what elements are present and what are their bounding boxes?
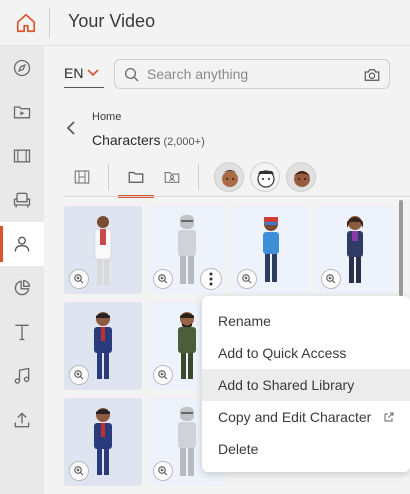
top-divider (49, 8, 50, 38)
character-woman (347, 216, 363, 283)
menu-item-add-shared-library[interactable]: Add to Shared Library (202, 369, 410, 401)
zoom-in-icon (158, 466, 168, 476)
media-folder-icon (13, 106, 31, 119)
zoom-in-icon (74, 466, 84, 476)
folder-icon (128, 171, 144, 183)
character-tile[interactable] (64, 302, 142, 390)
character-tile[interactable] (316, 206, 394, 294)
character-tile[interactable] (64, 398, 142, 486)
zoom-in-icon (74, 274, 84, 284)
left-rail (0, 46, 44, 494)
rail-charts[interactable] (0, 266, 44, 310)
rail-audio[interactable] (0, 354, 44, 398)
character-tile[interactable] (64, 206, 142, 294)
film-grid-icon (74, 170, 90, 184)
zoom-in-icon (158, 370, 168, 380)
language-underline (64, 87, 104, 88)
zoom-in-icon (158, 274, 168, 284)
compass-icon (13, 59, 31, 77)
back-button[interactable] (66, 121, 78, 140)
language-label: EN (64, 65, 84, 81)
filter-folder[interactable] (118, 162, 154, 198)
filter-separator (108, 164, 109, 190)
character-folder-icon (164, 171, 180, 183)
person-icon (14, 236, 30, 252)
chevron-left-icon (66, 121, 75, 135)
top-bar: Your Video (0, 0, 410, 46)
rail-compass[interactable] (0, 46, 44, 90)
rail-text[interactable] (0, 310, 44, 354)
filter-bar (64, 158, 410, 198)
zoom-button[interactable] (69, 461, 89, 481)
zoom-in-icon (242, 274, 252, 284)
filter-grid-view[interactable] (66, 162, 98, 192)
page-title-text: Characters (92, 132, 161, 148)
external-link-icon (384, 412, 394, 422)
sketch-face-icon (257, 170, 275, 188)
search-icon (124, 67, 139, 82)
character-doctor (94, 216, 112, 285)
more-options-button[interactable] (200, 268, 222, 290)
search-input[interactable] (147, 64, 357, 84)
menu-item-add-quick-access[interactable]: Add to Quick Access (202, 337, 410, 369)
avatar-style-3[interactable] (286, 162, 316, 192)
character-face-icon (221, 170, 239, 187)
zoom-button[interactable] (69, 365, 89, 385)
filter-underline (64, 196, 410, 197)
rail-characters[interactable] (0, 222, 44, 266)
zoom-in-icon (326, 274, 336, 284)
menu-item-rename[interactable]: Rename (202, 305, 410, 337)
text-icon (15, 324, 29, 341)
app-title: Your Video (68, 11, 156, 31)
character-soldier (178, 312, 196, 379)
page-title: Characters (2,000+) (92, 132, 205, 148)
camera-icon[interactable] (363, 66, 381, 84)
rail-props[interactable] (0, 178, 44, 222)
character-tile[interactable] (232, 206, 310, 294)
zoom-button[interactable] (153, 461, 173, 481)
menu-item-copy-edit-label: Copy and Edit Character (218, 409, 372, 425)
character-businessman (94, 312, 112, 379)
more-vertical-icon (209, 272, 213, 286)
avatar-style-1[interactable] (214, 162, 244, 192)
zoom-button[interactable] (153, 269, 173, 289)
home-button[interactable] (8, 6, 44, 40)
zoom-in-icon (74, 370, 84, 380)
character-tile[interactable] (148, 206, 226, 294)
filter-separator (198, 164, 199, 190)
character-face-icon (294, 171, 310, 187)
upload-icon (14, 412, 30, 428)
chevron-down-icon (87, 69, 100, 77)
film-icon (13, 149, 31, 163)
search-box (114, 59, 390, 89)
home-icon (16, 13, 36, 33)
rail-media[interactable] (0, 90, 44, 134)
scrollbar[interactable] (399, 200, 403, 296)
armchair-icon (13, 192, 31, 208)
item-count: (2,000+) (163, 136, 205, 148)
music-note-icon (14, 367, 30, 384)
zoom-button[interactable] (321, 269, 341, 289)
rail-scenes[interactable] (0, 134, 44, 178)
zoom-button[interactable] (153, 365, 173, 385)
zoom-button[interactable] (69, 269, 89, 289)
avatar-style-2[interactable] (250, 162, 280, 192)
rail-upload[interactable] (0, 398, 44, 442)
menu-item-copy-edit[interactable]: Copy and Edit Character (202, 401, 410, 433)
context-menu: Rename Add to Quick Access Add to Shared… (202, 296, 410, 472)
language-select[interactable]: EN (64, 65, 100, 81)
filter-character-folder[interactable] (156, 162, 188, 192)
menu-item-delete[interactable]: Delete (202, 433, 410, 465)
pie-chart-icon (14, 279, 31, 296)
character-businessman (94, 408, 112, 475)
breadcrumb-home[interactable]: Home (92, 111, 121, 123)
character-boy (263, 217, 279, 282)
character-knight (178, 407, 196, 476)
zoom-button[interactable] (237, 269, 257, 289)
